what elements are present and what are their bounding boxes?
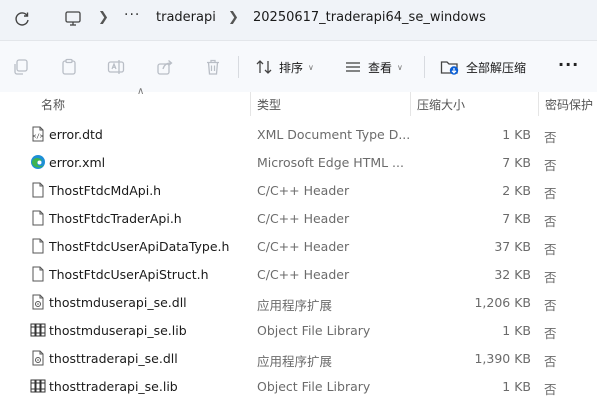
paste-icon[interactable] xyxy=(60,58,78,76)
file-size: 1 KB xyxy=(502,323,531,338)
command-bar: 排序 ∨ 查看 ∨ 全部解压缩 ··· xyxy=(0,40,597,92)
column-divider[interactable] xyxy=(410,92,411,116)
breadcrumb-separator-icon[interactable]: ❯ xyxy=(98,10,109,25)
column-header-compressed-size[interactable]: 压缩大小 xyxy=(417,96,465,113)
file-type: C/C++ Header xyxy=(257,211,350,226)
file-name: ThostFtdcTraderApi.h xyxy=(49,211,182,226)
view-button[interactable]: 查看 ∨ xyxy=(344,56,403,78)
file-row[interactable]: thostmduserapi_se.dll 应用程序扩展 1,206 KB 否 xyxy=(0,289,597,317)
file-list: ∧ 名称 类型 压缩大小 密码保护 </> error.dtd XML Docume… xyxy=(0,86,597,415)
file-name: thosttraderapi_se.dll xyxy=(49,351,178,366)
file-row[interactable]: </> error.dtd XML Document Type D... 1 KB 否 xyxy=(0,121,597,149)
lib-file-icon xyxy=(30,322,46,338)
breadcrumb-current-folder[interactable]: 20250617_traderapi64_se_windows xyxy=(253,10,486,25)
extract-all-label: 全部解压缩 xyxy=(466,60,527,75)
refresh-icon[interactable] xyxy=(13,10,31,28)
address-bar: ❯ ··· traderapi ❯ 20250617_traderapi64_s… xyxy=(0,0,597,40)
column-divider[interactable] xyxy=(250,92,251,116)
breadcrumb-separator-icon[interactable]: ❯ xyxy=(228,10,239,25)
delete-icon[interactable] xyxy=(204,58,222,76)
password-protected: 否 xyxy=(544,354,557,369)
file-size: 1 KB xyxy=(502,127,531,142)
file-name: error.dtd xyxy=(49,127,103,142)
file-type: Object File Library xyxy=(257,323,371,338)
edge-icon xyxy=(30,154,46,170)
share-icon[interactable] xyxy=(156,58,174,76)
column-divider[interactable] xyxy=(538,92,539,116)
breadcrumb-traderapi[interactable]: traderapi xyxy=(156,10,216,25)
sort-label: 排序 xyxy=(279,60,304,75)
svg-text:</>: </> xyxy=(33,133,44,140)
this-pc-icon[interactable] xyxy=(64,9,82,27)
password-protected: 否 xyxy=(544,326,557,341)
file-type: C/C++ Header xyxy=(257,239,350,254)
file-name: ThostFtdcUserApiStruct.h xyxy=(49,267,209,282)
file-row[interactable]: thosttraderapi_se.dll 应用程序扩展 1,390 KB 否 xyxy=(0,345,597,373)
file-size: 1,206 KB xyxy=(474,295,531,310)
copy-icon[interactable] xyxy=(12,58,30,76)
dtd-file-icon: </> xyxy=(30,126,46,142)
file-icon xyxy=(30,210,46,226)
sort-ascending-icon: ∧ xyxy=(137,86,145,97)
extract-all-icon xyxy=(440,61,459,75)
file-type: 应用程序扩展 xyxy=(257,354,333,369)
file-type: Object File Library xyxy=(257,379,371,394)
toolbar-divider xyxy=(424,56,425,78)
file-row[interactable]: ThostFtdcUserApiStruct.h C/C++ Header 32 K… xyxy=(0,261,597,289)
file-type: 应用程序扩展 xyxy=(257,298,333,313)
extract-all-button[interactable]: 全部解压缩 xyxy=(440,56,526,78)
file-size: 37 KB xyxy=(494,239,531,254)
password-protected: 否 xyxy=(544,186,557,201)
chevron-down-icon: ∨ xyxy=(397,62,403,72)
password-protected: 否 xyxy=(544,270,557,285)
column-header-name[interactable]: 名称 xyxy=(41,96,65,113)
file-name: thostmduserapi_se.dll xyxy=(49,295,187,310)
file-size: 1 KB xyxy=(502,379,531,394)
file-row[interactable]: ThostFtdcMdApi.h C/C++ Header 2 KB 否 xyxy=(0,177,597,205)
chevron-down-icon: ∨ xyxy=(308,62,314,72)
lib-file-icon xyxy=(30,378,46,394)
file-icon xyxy=(30,182,46,198)
file-row[interactable]: ThostFtdcTraderApi.h C/C++ Header 7 KB 否 xyxy=(0,205,597,233)
more-options-icon[interactable]: ··· xyxy=(558,55,579,74)
file-name: ThostFtdcMdApi.h xyxy=(49,183,162,198)
dll-file-icon xyxy=(30,350,46,366)
file-name: error.xml xyxy=(49,155,106,170)
breadcrumb-overflow[interactable]: ··· xyxy=(124,7,140,23)
view-label: 查看 xyxy=(368,60,393,75)
sort-icon xyxy=(256,60,272,74)
password-protected: 否 xyxy=(544,298,557,313)
view-list-icon xyxy=(346,62,360,72)
file-type: Microsoft Edge HTML ... xyxy=(257,155,404,170)
rename-icon[interactable] xyxy=(107,58,125,76)
password-protected: 否 xyxy=(544,130,557,145)
password-protected: 否 xyxy=(544,214,557,229)
file-row[interactable]: thostmduserapi_se.lib Object File Library… xyxy=(0,317,597,345)
file-name: ThostFtdcUserApiDataType.h xyxy=(49,239,230,254)
file-type: XML Document Type D... xyxy=(257,127,411,142)
sort-button[interactable]: 排序 ∨ xyxy=(255,56,314,78)
password-protected: 否 xyxy=(544,158,557,173)
column-header-type[interactable]: 类型 xyxy=(257,96,281,113)
dll-file-icon xyxy=(30,294,46,310)
toolbar-divider xyxy=(238,56,239,78)
password-protected: 否 xyxy=(544,382,557,397)
file-size: 7 KB xyxy=(502,155,531,170)
file-row[interactable]: error.xml Microsoft Edge HTML ... 7 KB 否 xyxy=(0,149,597,177)
password-protected: 否 xyxy=(544,242,557,257)
column-headers: ∧ 名称 类型 压缩大小 密码保护 xyxy=(0,86,597,116)
file-icon xyxy=(30,266,46,282)
file-size: 7 KB xyxy=(502,211,531,226)
file-size: 2 KB xyxy=(502,183,531,198)
file-icon xyxy=(30,238,46,254)
file-name: thostmduserapi_se.lib xyxy=(49,323,187,338)
file-row[interactable]: ThostFtdcUserApiDataType.h C/C++ Header 37… xyxy=(0,233,597,261)
column-header-password[interactable]: 密码保护 xyxy=(545,96,593,113)
file-name: thosttraderapi_se.lib xyxy=(49,379,178,394)
file-size: 32 KB xyxy=(494,267,531,282)
file-row[interactable]: thosttraderapi_se.lib Object File Library… xyxy=(0,373,597,401)
file-type: C/C++ Header xyxy=(257,183,350,198)
file-type: C/C++ Header xyxy=(257,267,350,282)
file-size: 1,390 KB xyxy=(474,351,531,366)
